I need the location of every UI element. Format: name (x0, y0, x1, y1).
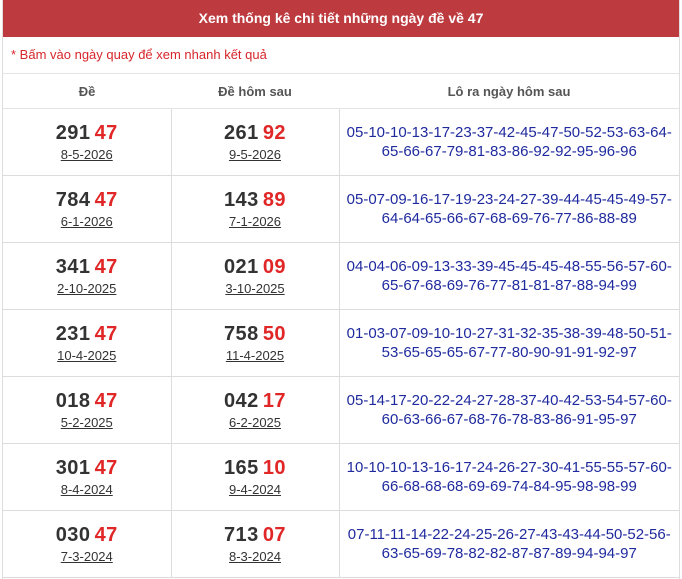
next-de-cell: 165 10 9-4-2024 (170, 443, 340, 511)
next-de-date-link[interactable]: 9-5-2026 (229, 146, 281, 164)
next-de-cell: 713 07 8-3-2024 (170, 510, 340, 578)
lo-numbers: 05-14-17-20-22-24-27-28-37-40-42-53-54-5… (338, 376, 679, 444)
lo-numbers: 04-04-06-09-13-33-39-45-45-45-48-55-56-5… (338, 242, 679, 310)
de-number: 341 47 (3, 255, 171, 279)
next-de-date-link[interactable]: 8-3-2024 (229, 548, 281, 566)
next-de-prefix: 165 (223, 456, 259, 479)
de-number: 291 47 (3, 121, 171, 145)
next-de-cell: 042 17 6-2-2025 (170, 376, 340, 444)
stats-table: Đề Đề hôm sau Lô ra ngày hôm sau 291 47 8… (3, 74, 679, 578)
next-de-tail: 92 (262, 121, 287, 144)
de-prefix: 341 (55, 255, 91, 278)
stats-panel: Xem thống kê chi tiết những ngày đề về 4… (2, 0, 680, 579)
next-de-tail: 17 (262, 389, 287, 412)
lo-numbers: 07-11-11-14-22-24-25-26-27-43-43-44-50-5… (338, 510, 679, 578)
de-tail: 47 (94, 188, 118, 211)
next-de-number: 021 09 (172, 255, 339, 279)
next-de-prefix: 143 (223, 188, 259, 211)
next-de-prefix: 042 (223, 389, 259, 412)
de-prefix: 018 (55, 389, 91, 412)
de-date-link[interactable]: 8-5-2026 (61, 146, 113, 164)
de-number: 018 47 (3, 389, 171, 413)
next-de-cell: 758 50 11-4-2025 (170, 309, 340, 377)
de-tail: 47 (94, 322, 118, 345)
next-de-cell: 261 92 9-5-2026 (170, 108, 340, 176)
next-de-prefix: 758 (223, 322, 259, 345)
de-cell: 301 47 8-4-2024 (3, 443, 172, 511)
next-de-date-link[interactable]: 7-1-2026 (229, 213, 281, 231)
lo-numbers: 01-03-07-09-10-10-27-31-32-35-38-39-48-5… (338, 309, 679, 377)
de-cell: 341 47 2-10-2025 (3, 242, 172, 310)
de-tail: 47 (94, 523, 118, 546)
page-title: Xem thống kê chi tiết những ngày đề về 4… (3, 0, 679, 37)
de-cell: 018 47 5-2-2025 (3, 376, 172, 444)
de-tail: 47 (94, 456, 118, 479)
de-date-link[interactable]: 5-2-2025 (61, 414, 113, 432)
column-header-de: Đề (3, 74, 171, 109)
next-de-date-link[interactable]: 6-2-2025 (229, 414, 281, 432)
de-tail: 47 (94, 389, 118, 412)
next-de-number: 758 50 (172, 322, 339, 346)
table-row: 291 47 8-5-2026 261 92 9-5-2026 05-10-10-1… (3, 108, 679, 176)
lo-numbers: 10-10-10-13-16-17-24-26-27-30-41-55-55-5… (338, 443, 679, 511)
next-de-tail: 07 (262, 523, 287, 546)
de-prefix: 231 (55, 322, 91, 345)
next-de-tail: 10 (262, 456, 287, 479)
next-de-date-link[interactable]: 3-10-2025 (225, 280, 284, 298)
de-date-link[interactable]: 10-4-2025 (57, 347, 116, 365)
next-de-number: 165 10 (172, 456, 339, 480)
de-number: 231 47 (3, 322, 171, 346)
de-date-link[interactable]: 7-3-2024 (61, 548, 113, 566)
table-row: 018 47 5-2-2025 042 17 6-2-2025 05-14-17-2… (3, 376, 679, 444)
de-number: 301 47 (3, 456, 171, 480)
next-de-tail: 50 (262, 322, 287, 345)
de-tail: 47 (94, 255, 118, 278)
column-header-lo: Lô ra ngày hôm sau (339, 74, 679, 109)
next-de-prefix: 021 (223, 255, 259, 278)
de-prefix: 291 (55, 121, 91, 144)
de-prefix: 784 (55, 188, 91, 211)
de-cell: 784 47 6-1-2026 (3, 175, 172, 243)
next-de-number: 042 17 (172, 389, 339, 413)
next-de-number: 713 07 (172, 523, 339, 547)
de-date-link[interactable]: 2-10-2025 (57, 280, 116, 298)
next-de-tail: 09 (262, 255, 287, 278)
lo-numbers: 05-10-10-13-17-23-37-42-45-47-50-52-53-6… (338, 108, 679, 176)
table-row: 030 47 7-3-2024 713 07 8-3-2024 07-11-11-1… (3, 510, 679, 578)
table-row: 301 47 8-4-2024 165 10 9-4-2024 10-10-10-1… (3, 443, 679, 511)
table-row: 341 47 2-10-2025 021 09 3-10-2025 04-04-06… (3, 242, 679, 310)
table-row: 231 47 10-4-2025 758 50 11-4-2025 01-03-07… (3, 309, 679, 377)
next-de-prefix: 261 (223, 121, 259, 144)
de-prefix: 301 (55, 456, 91, 479)
de-cell: 291 47 8-5-2026 (3, 108, 172, 176)
de-cell: 231 47 10-4-2025 (3, 309, 172, 377)
de-cell: 030 47 7-3-2024 (3, 510, 172, 578)
next-de-tail: 89 (262, 188, 287, 211)
table-row: 784 47 6-1-2026 143 89 7-1-2026 05-07-09-1… (3, 175, 679, 243)
de-number: 030 47 (3, 523, 171, 547)
next-de-date-link[interactable]: 11-4-2025 (226, 347, 284, 365)
table-header: Đề Đề hôm sau Lô ra ngày hôm sau (3, 74, 679, 109)
de-number: 784 47 (3, 188, 171, 212)
lo-numbers: 05-07-09-16-17-19-23-24-27-39-44-45-45-4… (338, 175, 679, 243)
next-de-number: 143 89 (172, 188, 339, 212)
next-de-prefix: 713 (223, 523, 259, 546)
de-date-link[interactable]: 8-4-2024 (61, 481, 113, 499)
next-de-cell: 021 09 3-10-2025 (170, 242, 340, 310)
de-tail: 47 (94, 121, 118, 144)
next-de-cell: 143 89 7-1-2026 (170, 175, 340, 243)
hint-note: * Bấm vào ngày quay để xem nhanh kết quả (3, 37, 679, 74)
column-header-next-de: Đề hôm sau (171, 74, 339, 109)
next-de-number: 261 92 (172, 121, 339, 145)
next-de-date-link[interactable]: 9-4-2024 (229, 481, 281, 499)
de-date-link[interactable]: 6-1-2026 (61, 213, 113, 231)
de-prefix: 030 (55, 523, 91, 546)
